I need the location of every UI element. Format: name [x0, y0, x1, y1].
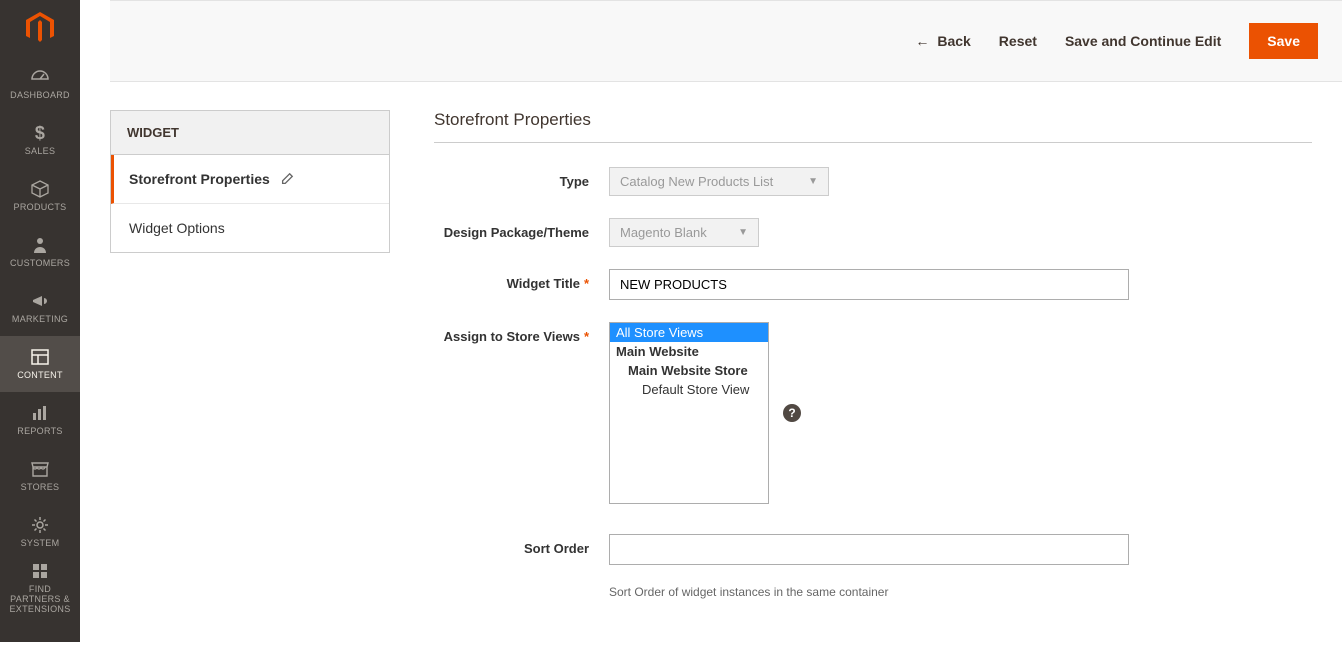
magento-logo — [0, 0, 80, 56]
box-icon — [30, 179, 50, 199]
save-continue-button-label: Save and Continue Edit — [1065, 33, 1221, 49]
row-store-views: Assign to Store Views* All Store ViewsMa… — [434, 322, 1312, 504]
nav-reports[interactable]: REPORTS — [0, 392, 80, 448]
nav-label: CUSTOMERS — [10, 259, 70, 269]
layout-icon — [30, 347, 50, 367]
nav-label: SYSTEM — [21, 539, 60, 549]
side-panel-tabs: Storefront Properties Widget Options — [110, 155, 390, 253]
type-value: Catalog New Products List — [620, 174, 773, 189]
reset-button-label: Reset — [999, 33, 1037, 49]
nav-customers[interactable]: CUSTOMERS — [0, 224, 80, 280]
bars-icon — [30, 403, 50, 423]
label-type: Type — [434, 167, 609, 189]
row-theme: Design Package/Theme Magento Blank ▼ — [434, 218, 1312, 247]
page-actions-bar: ← Back Reset Save and Continue Edit Save — [110, 0, 1342, 82]
magento-logo-icon — [26, 12, 54, 44]
save-button[interactable]: Save — [1249, 23, 1318, 59]
nav-label: PRODUCTS — [14, 203, 67, 213]
theme-value: Magento Blank — [620, 225, 707, 240]
sort-order-input[interactable] — [609, 534, 1129, 565]
megaphone-icon — [30, 291, 50, 311]
chevron-down-icon: ▼ — [808, 176, 818, 187]
form-section: Storefront Properties Type Catalog New P… — [434, 110, 1312, 621]
nav-system[interactable]: SYSTEM — [0, 504, 80, 560]
nav-products[interactable]: PRODUCTS — [0, 168, 80, 224]
nav-content[interactable]: CONTENT — [0, 336, 80, 392]
reset-button[interactable]: Reset — [999, 33, 1037, 49]
back-button-label: Back — [937, 33, 970, 49]
chevron-down-icon: ▼ — [738, 227, 748, 238]
section-title: Storefront Properties — [434, 110, 1312, 143]
nav-label: SALES — [25, 147, 56, 157]
widget-title-input[interactable] — [609, 269, 1129, 300]
nav-partners[interactable]: FIND PARTNERS & EXTENSIONS — [0, 560, 80, 616]
store-option[interactable]: Main Website — [610, 342, 768, 361]
nav-dashboard[interactable]: DASHBOARD — [0, 56, 80, 112]
nav-label: STORES — [21, 483, 60, 493]
svg-text:$: $ — [35, 123, 45, 143]
dollar-icon: $ — [30, 123, 50, 143]
store-option[interactable]: Main Website Store — [610, 361, 768, 380]
tab-label: Widget Options — [129, 220, 225, 236]
pencil-icon — [280, 172, 294, 186]
required-star: * — [584, 329, 589, 344]
store-option[interactable]: Default Store View — [610, 380, 768, 399]
label-theme: Design Package/Theme — [434, 218, 609, 240]
nav-stores[interactable]: STORES — [0, 448, 80, 504]
row-sort-order: Sort Order Sort Order of widget instance… — [434, 534, 1312, 599]
theme-select: Magento Blank ▼ — [609, 218, 759, 247]
label-store-views: Assign to Store Views* — [434, 322, 609, 344]
tab-storefront-properties[interactable]: Storefront Properties — [111, 155, 389, 204]
back-arrow-icon: ← — [915, 33, 929, 49]
type-select: Catalog New Products List ▼ — [609, 167, 829, 196]
help-icon[interactable]: ? — [783, 404, 801, 422]
row-type: Type Catalog New Products List ▼ — [434, 167, 1312, 196]
save-button-label: Save — [1267, 33, 1300, 49]
blocks-icon — [30, 561, 50, 581]
dashboard-icon — [30, 67, 50, 87]
back-button[interactable]: ← Back — [915, 33, 970, 49]
tab-widget-options[interactable]: Widget Options — [111, 204, 389, 252]
save-continue-button[interactable]: Save and Continue Edit — [1065, 33, 1221, 49]
tab-label: Storefront Properties — [129, 171, 270, 187]
storefront-icon — [30, 459, 50, 479]
nav-label: FIND PARTNERS & EXTENSIONS — [4, 585, 76, 615]
nav-sales[interactable]: $ SALES — [0, 112, 80, 168]
person-icon — [30, 235, 50, 255]
side-panel-heading: WIDGET — [110, 110, 390, 155]
sort-order-hint: Sort Order of widget instances in the sa… — [609, 585, 888, 599]
store-views-multiselect[interactable]: All Store ViewsMain WebsiteMain Website … — [609, 322, 769, 504]
label-widget-title: Widget Title* — [434, 269, 609, 291]
store-option[interactable]: All Store Views — [610, 323, 768, 342]
required-star: * — [584, 276, 589, 291]
row-widget-title: Widget Title* — [434, 269, 1312, 300]
nav-label: DASHBOARD — [10, 91, 70, 101]
nav-label: MARKETING — [12, 315, 68, 325]
label-sort-order: Sort Order — [434, 534, 609, 556]
nav-label: REPORTS — [17, 427, 62, 437]
admin-sidebar: DASHBOARD $ SALES PRODUCTS CUSTOMERS MARKETIN… — [0, 0, 80, 642]
nav-label: CONTENT — [17, 371, 63, 381]
gear-icon — [30, 515, 50, 535]
main-content: ← Back Reset Save and Continue Edit Save… — [80, 0, 1342, 661]
nav-marketing[interactable]: MARKETING — [0, 280, 80, 336]
widget-side-panel: WIDGET Storefront Properties Widget Opti… — [110, 110, 390, 621]
